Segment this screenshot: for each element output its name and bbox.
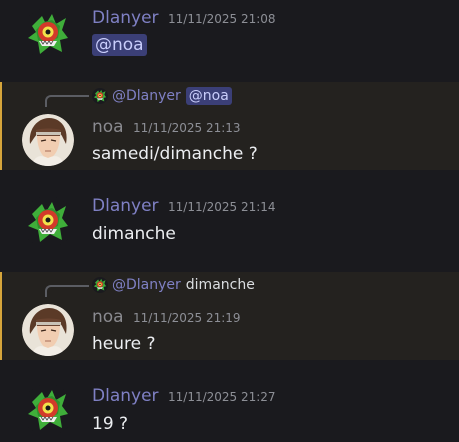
reply-avatar-icon bbox=[92, 277, 108, 293]
author-name[interactable]: Dlanyer bbox=[92, 196, 159, 216]
avatar-dlanyer-3[interactable] bbox=[22, 384, 74, 436]
avatar-dlanyer-1[interactable] bbox=[22, 8, 74, 60]
reply-preview[interactable]: @Dlanyer @noa bbox=[92, 87, 232, 105]
reply-connector bbox=[45, 95, 89, 107]
timestamp: 11/11/2025 21:19 bbox=[133, 311, 241, 325]
timestamp: 11/11/2025 21:08 bbox=[168, 12, 276, 26]
avatar-dlanyer-2[interactable] bbox=[22, 196, 74, 248]
user-mention[interactable]: @noa bbox=[92, 34, 147, 56]
message-content: dimanche bbox=[92, 224, 176, 244]
author-name[interactable]: Dlanyer bbox=[92, 386, 159, 406]
avatar-noa-1[interactable] bbox=[22, 114, 74, 166]
message-3: Dlanyer 11/11/2025 21:14 dimanche bbox=[0, 190, 459, 260]
author-name[interactable]: noa bbox=[92, 117, 124, 137]
author-name[interactable]: noa bbox=[92, 307, 124, 327]
timestamp: 11/11/2025 21:27 bbox=[168, 390, 276, 404]
reply-connector bbox=[45, 285, 89, 297]
reply-author[interactable]: @Dlanyer bbox=[112, 88, 181, 104]
message-content: 19 ? bbox=[92, 414, 129, 434]
message-content: heure ? bbox=[92, 334, 156, 354]
message-1: Dlanyer 11/11/2025 21:08 @noa bbox=[0, 0, 459, 74]
message-5: Dlanyer 11/11/2025 21:27 19 ? bbox=[0, 378, 459, 442]
reply-mention[interactable]: @noa bbox=[185, 87, 232, 105]
author-name[interactable]: Dlanyer bbox=[92, 8, 159, 28]
message-2: @Dlanyer @noa noa 11/11/2025 21:13 samed… bbox=[0, 82, 459, 170]
avatar-noa-2[interactable] bbox=[22, 304, 74, 356]
timestamp: 11/11/2025 21:13 bbox=[133, 121, 241, 135]
reply-avatar-icon bbox=[92, 88, 108, 104]
timestamp: 11/11/2025 21:14 bbox=[168, 200, 276, 214]
message-content: samedi/dimanche ? bbox=[92, 144, 258, 164]
message-4: @Dlanyer dimanche noa 11/11/2025 21:19 h… bbox=[0, 272, 459, 360]
reply-author[interactable]: @Dlanyer bbox=[112, 277, 181, 293]
reply-preview[interactable]: @Dlanyer dimanche bbox=[92, 277, 255, 293]
message-content: @noa bbox=[92, 34, 147, 56]
reply-text: dimanche bbox=[185, 277, 255, 293]
